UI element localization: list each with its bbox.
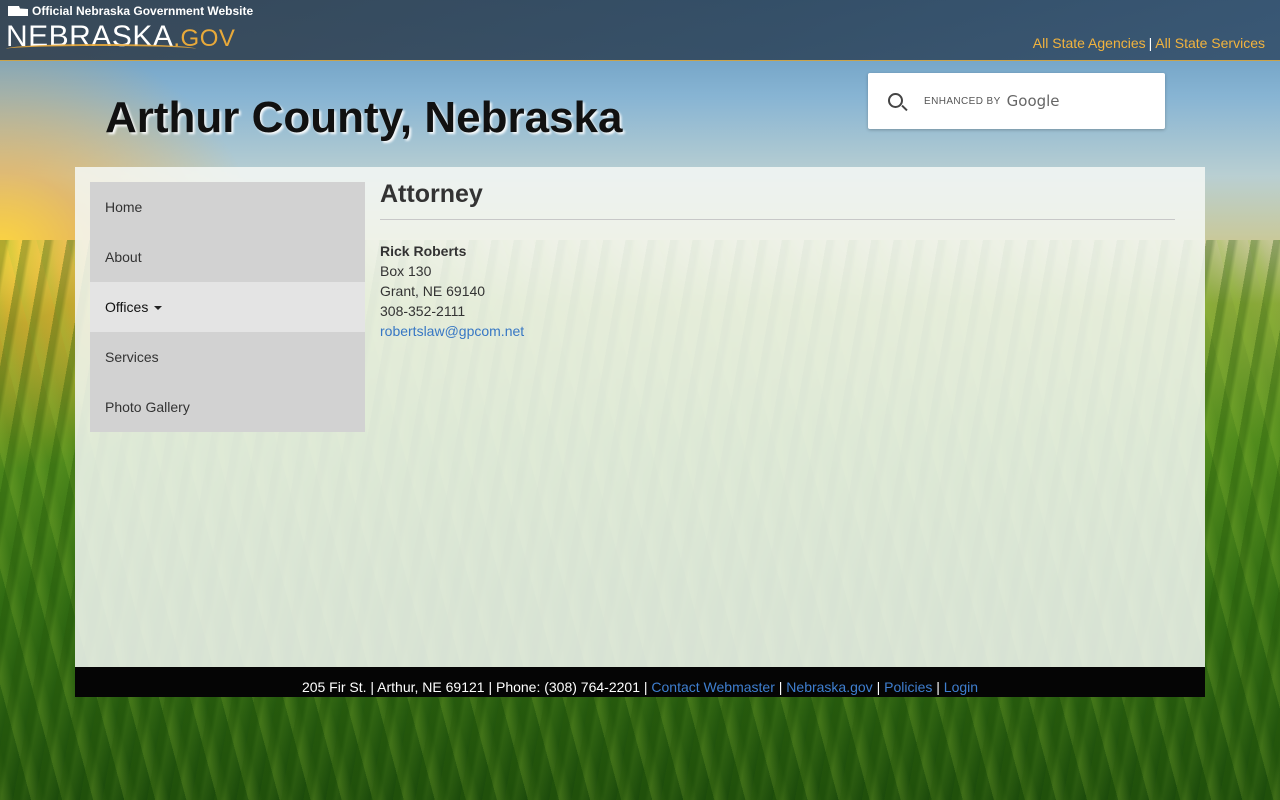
caret-down-icon: [154, 306, 163, 311]
nav-item-label: Photo Gallery: [105, 399, 190, 415]
contact-card: Rick Roberts Box 130 Grant, NE 69140 308…: [380, 241, 1175, 341]
contact-address-line-2: Grant, NE 69140: [380, 283, 486, 299]
official-website-label: Official Nebraska Government Website: [8, 4, 253, 18]
nav-item-photo-gallery[interactable]: Photo Gallery: [90, 382, 365, 432]
footer-separator: |: [876, 679, 881, 695]
sidebar-navigation: Home About Offices Services Photo Galler…: [90, 182, 365, 432]
all-state-services-link[interactable]: All State Services: [1155, 35, 1265, 51]
site-title: Arthur County, Nebraska: [105, 93, 623, 142]
footer-separator: |: [778, 679, 783, 695]
official-label-text: Official Nebraska Government Website: [32, 4, 254, 18]
nav-item-offices[interactable]: Offices: [90, 282, 365, 332]
nav-item-services[interactable]: Services: [90, 332, 365, 382]
nebraska-state-icon: [8, 6, 28, 16]
nav-item-label: Home: [105, 199, 143, 215]
contact-phone: 308-352-2111: [380, 303, 466, 319]
site-footer: 205 Fir St. | Arthur, NE 69121 | Phone: …: [75, 667, 1205, 697]
contact-name: Rick Roberts: [380, 243, 467, 259]
nav-item-about[interactable]: About: [90, 232, 365, 282]
search-icon[interactable]: [888, 93, 903, 108]
contact-email-link[interactable]: robertslaw@gpcom.net: [380, 323, 524, 339]
search-input[interactable]: [918, 87, 1148, 115]
state-header-bar: Official Nebraska Government Website NEB…: [0, 0, 1280, 61]
contact-webmaster-link[interactable]: Contact Webmaster: [651, 679, 774, 695]
footer-address: 205 Fir St. | Arthur, NE 69121 | Phone: …: [301, 679, 648, 695]
nebraska-gov-link[interactable]: Nebraska.gov: [786, 679, 872, 695]
all-state-agencies-link[interactable]: All State Agencies: [1033, 35, 1146, 51]
contact-address-line-1: Box 130: [380, 263, 432, 279]
login-link[interactable]: Login: [944, 679, 978, 695]
policies-link[interactable]: Policies: [884, 679, 932, 695]
nav-item-label: Services: [105, 349, 159, 365]
search-box: ENHANCED BY Google: [868, 73, 1165, 129]
footer-separator: |: [936, 679, 940, 695]
logo-swoosh: [6, 44, 196, 54]
link-separator: |: [1148, 35, 1153, 51]
nav-item-home[interactable]: Home: [90, 182, 365, 232]
content-area: Attorney Rick Roberts Box 130 Grant, NE …: [380, 180, 1175, 341]
main-content-panel: Home About Offices Services Photo Galler…: [75, 167, 1205, 667]
state-links: All State Agencies | All State Services: [1033, 35, 1265, 51]
nav-item-label: Offices: [105, 299, 149, 315]
page-heading: Attorney: [380, 180, 1175, 220]
nav-item-label: About: [105, 249, 142, 265]
